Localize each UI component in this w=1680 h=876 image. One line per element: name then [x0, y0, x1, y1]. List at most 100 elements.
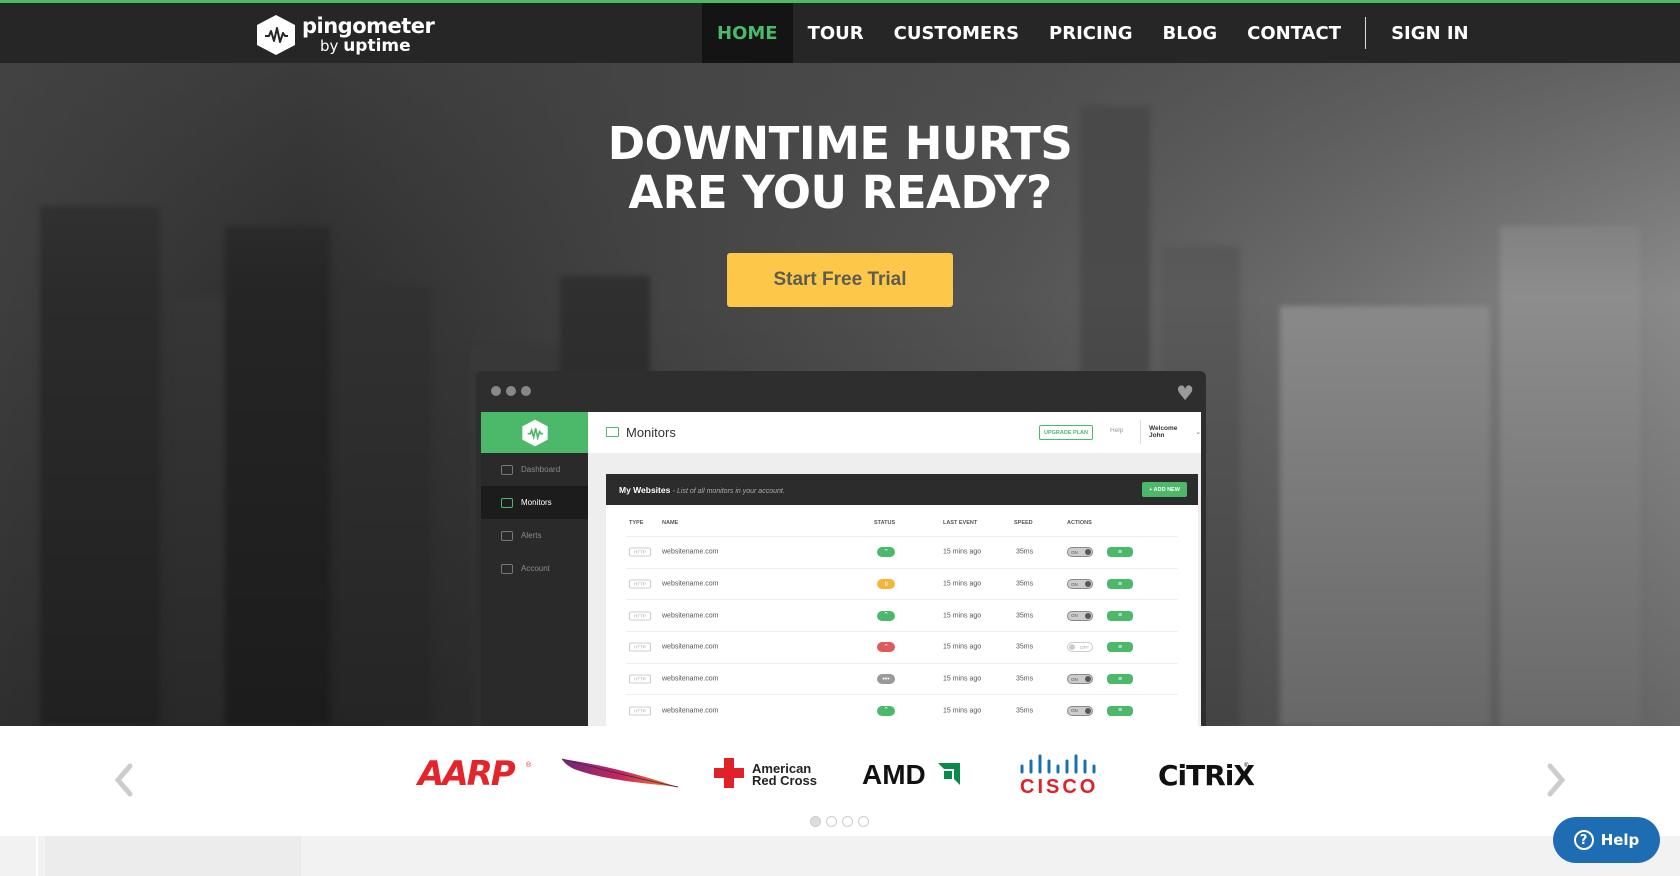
logo-company: uptime [343, 35, 411, 56]
nav-home[interactable]: HOME [702, 3, 793, 63]
status-up-icon: ⌃ [877, 705, 895, 716]
monitor-toggle: ON [1067, 705, 1093, 716]
menu-icon: ≡ [1107, 579, 1133, 590]
nav-divider [1365, 17, 1367, 49]
nav-contact[interactable]: CONTACT [1232, 3, 1356, 63]
nav-pricing[interactable]: PRICING [1034, 3, 1148, 63]
carousel-dot-4[interactable] [858, 816, 869, 827]
table-row: HTTP websitename.com ⌃ 15 mins ago 35ms ON ≡ [626, 695, 1178, 726]
hero-title-line1: DOWNTIME HURTS [607, 117, 1073, 170]
last-event: 15 mins ago [943, 612, 982, 620]
table-row: HTTP websitename.com ⌃ 15 mins ago 35ms ON ≡ [626, 537, 1178, 569]
app-header: Monitors UPGRADE PLAN Help Welcome John … [588, 412, 1201, 453]
app-logo [481, 412, 588, 453]
cisco-logo: CISCO [1014, 750, 1102, 796]
website-name: websitename.com [662, 548, 719, 556]
pingometer-logo[interactable]: pingometer by uptime [254, 13, 435, 57]
menu-icon: ≡ [1107, 674, 1133, 685]
citrix-logo: CiTRiX ® [1156, 750, 1254, 796]
website-name: websitename.com [662, 643, 719, 651]
logo-by: by [320, 36, 339, 55]
pulse-hexagon-icon [257, 15, 295, 55]
help-widget-button[interactable]: ? Help [1553, 817, 1660, 863]
monitor-toggle: OFF [1067, 642, 1093, 653]
menu-icon: ≡ [1107, 705, 1133, 716]
question-icon: ? [1573, 830, 1594, 850]
hero-headline: DOWNTIME HURTS ARE YOU READY? [0, 119, 1680, 217]
nav-tour[interactable]: TOUR [793, 3, 879, 63]
website-name: websitename.com [662, 675, 719, 683]
type-badge: HTTP [629, 706, 651, 716]
welcome-user: Welcome John ⌄ [1140, 420, 1201, 444]
last-event: 15 mins ago [943, 643, 982, 651]
type-badge: HTTP [629, 642, 651, 652]
monitor-toggle: ON [1067, 579, 1093, 590]
amd-logo: AMD [860, 750, 966, 796]
menu-icon: ≡ [1107, 610, 1133, 621]
account-icon [501, 563, 513, 574]
table-row: HTTP websitename.com ⌃ 15 mins ago 35ms ON ≡ [626, 600, 1178, 633]
hero-title-line2: ARE YOU READY? [628, 166, 1052, 219]
app-screenshot: Dashboard Monitors Alerts Account Monito… [481, 412, 1201, 726]
website-name: websitename.com [662, 707, 719, 715]
heart-icon: ♥ [1176, 381, 1194, 405]
carousel-dot-2[interactable] [826, 816, 837, 827]
nav-blog[interactable]: BLOG [1148, 3, 1233, 63]
carousel-prev-arrow-icon[interactable] [112, 760, 136, 800]
logo-name: pingometer [302, 13, 435, 38]
app-page-title: Monitors [626, 425, 676, 440]
alerts-icon [501, 530, 513, 541]
table-row: HTTP websitename.com ⌃ 15 mins ago 35ms OFF ≡ [626, 632, 1178, 664]
svg-text:CiTRiX: CiTRiX [1158, 759, 1254, 792]
carousel-next-arrow-icon[interactable] [1544, 760, 1568, 800]
main-nav: HOME TOUR CUSTOMERS PRICING BLOG CONTACT… [702, 3, 1484, 63]
speed: 35ms [1016, 707, 1034, 715]
status-pending-icon: ••• [877, 674, 895, 685]
monitor-icon [501, 497, 513, 508]
speed: 35ms [1016, 675, 1034, 683]
monitor-toggle: ON [1067, 610, 1093, 621]
table-row: HTTP websitename.com ••• 15 mins ago 35ms ON ≡ [626, 663, 1178, 696]
website-name: websitename.com [662, 612, 719, 620]
carousel-dot-1[interactable] [810, 816, 821, 827]
speed: 35ms [1016, 612, 1034, 620]
red-cross-logo: American Red Cross [714, 750, 822, 796]
last-event: 15 mins ago [943, 548, 982, 556]
aarp-logo: AARP ® [416, 750, 534, 796]
hero-section: DOWNTIME HURTS ARE YOU READY? Start Free… [0, 63, 1680, 726]
pulse-hexagon-icon [521, 419, 548, 446]
type-badge: HTTP [629, 674, 651, 684]
last-event: 15 mins ago [943, 580, 982, 588]
table-header: TYPE NAME STATUS LAST EVENT SPEED ACTION… [626, 505, 1178, 537]
type-badge: HTTP [629, 611, 651, 621]
app-sidebar-monitors: Monitors [481, 486, 588, 519]
dashboard-icon [501, 464, 513, 475]
type-badge: HTTP [629, 579, 651, 589]
app-help-link: Help [1110, 427, 1124, 434]
nav-sign-in[interactable]: SIGN IN [1376, 3, 1484, 63]
panel-subtitle: - List of all monitors in your account. [672, 488, 785, 495]
nav-customers[interactable]: CUSTOMERS [879, 3, 1034, 63]
panel-title: My Websites [619, 485, 671, 495]
carousel-dot-3[interactable] [842, 816, 853, 827]
app-sidebar-account: Account [481, 552, 588, 585]
next-section [0, 836, 1680, 876]
speed: 35ms [1016, 548, 1034, 556]
menu-icon: ≡ [1107, 642, 1133, 653]
last-event: 15 mins ago [943, 675, 982, 683]
last-event: 15 mins ago [943, 707, 982, 715]
add-new-badge: + ADD NEW [1142, 482, 1187, 497]
websites-panel: My Websites - List of all monitors in yo… [606, 474, 1198, 726]
svg-text:AARP: AARP [416, 754, 516, 793]
chevron-down-icon: ⌄ [1195, 429, 1201, 436]
start-free-trial-button[interactable]: Start Free Trial [727, 253, 953, 307]
svg-text:Red Cross: Red Cross [752, 773, 817, 788]
app-sidebar-alerts: Alerts [481, 519, 588, 552]
status-up-icon: ⌃ [877, 610, 895, 621]
speed: 35ms [1016, 643, 1034, 651]
status-paused-icon: ॥ [877, 579, 895, 590]
app-sidebar-dashboard: Dashboard [481, 453, 588, 486]
table-row: HTTP websitename.com ॥ 15 mins ago 35ms ON ≡ [626, 569, 1178, 601]
monitor-rows: HTTP websitename.com ⌃ 15 mins ago 35ms ON ≡ HT… [606, 537, 1198, 726]
upgrade-plan-badge: UPGRADE PLAN [1039, 425, 1093, 440]
